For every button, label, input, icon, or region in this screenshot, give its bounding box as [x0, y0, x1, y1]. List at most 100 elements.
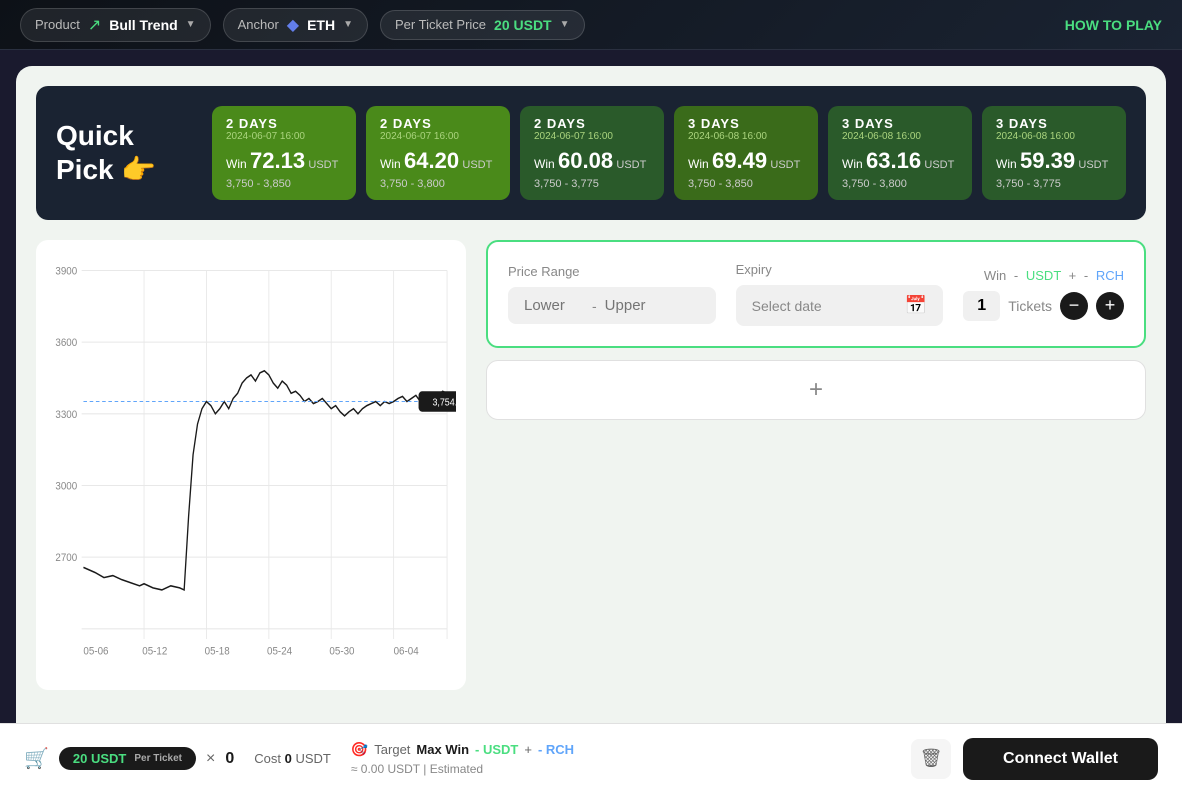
- pick-card-win: Win 59.39 USDT: [996, 148, 1112, 174]
- win-label: Win - USDT + - RCH: [963, 268, 1124, 283]
- trash-icon: 🗑: [920, 748, 943, 769]
- svg-text:3,754.26: 3,754.26: [432, 397, 456, 409]
- pick-card-range: 3,750 - 3,800: [842, 178, 958, 190]
- range-input-wrapper: -: [508, 287, 716, 324]
- price-range-row: Price Range - Expiry Select date 📅: [508, 262, 1124, 326]
- upper-input[interactable]: [605, 297, 665, 314]
- ticket-price-badge: 20 USDT Per Ticket: [59, 747, 196, 770]
- expiry-wrapper[interactable]: Select date 📅: [736, 285, 944, 326]
- decrease-tickets-button[interactable]: −: [1060, 292, 1088, 320]
- footer-price: 20 USDT: [73, 751, 126, 766]
- pick-card-win: Win 69.49 USDT: [688, 148, 804, 174]
- pick-card-date: 2024-06-07 16:00: [534, 131, 650, 142]
- ticket-price-label: Per Ticket Price: [395, 17, 486, 32]
- svg-text:2700: 2700: [55, 552, 77, 565]
- pick-card-date: 2024-06-08 16:00: [996, 131, 1112, 142]
- price-range-col: Price Range -: [508, 264, 716, 324]
- win-rch-label: RCH: [1096, 268, 1124, 283]
- svg-text:3300: 3300: [55, 408, 77, 421]
- svg-text:05-06: 05-06: [83, 645, 108, 658]
- pick-card-days: 3 DAYS: [688, 116, 804, 131]
- anchor-label: Anchor: [238, 17, 279, 32]
- pick-card-date: 2024-06-08 16:00: [842, 131, 958, 142]
- win-dash2: -: [1084, 268, 1088, 283]
- pick-card[interactable]: 2 DAYS 2024-06-07 16:00 Win 60.08 USDT 3…: [520, 106, 664, 200]
- max-win-label: Max Win: [416, 742, 469, 757]
- trash-button[interactable]: 🗑: [911, 739, 951, 779]
- price-range-label: Price Range: [508, 264, 716, 279]
- range-separator: -: [592, 298, 597, 314]
- pick-card-days: 3 DAYS: [842, 116, 958, 131]
- quick-pick-title: Quick Pick 👉: [56, 119, 196, 186]
- product-label: Product: [35, 17, 80, 32]
- ticket-price-selector[interactable]: Per Ticket Price 20 USDT ▼: [380, 10, 585, 40]
- multiply-symbol: ×: [206, 750, 215, 768]
- pick-card-range: 3,750 - 3,775: [534, 178, 650, 190]
- pick-card-date: 2024-06-08 16:00: [688, 131, 804, 142]
- pick-card-date: 2024-06-07 16:00: [226, 131, 342, 142]
- expiry-col: Expiry Select date 📅: [736, 262, 944, 326]
- pick-card-date: 2024-06-07 16:00: [380, 131, 496, 142]
- pick-card[interactable]: 2 DAYS 2024-06-07 16:00 Win 72.13 USDT 3…: [212, 106, 356, 200]
- expiry-placeholder: Select date: [752, 298, 822, 314]
- target-top: 🎯 Target Max Win - USDT + - RCH: [351, 741, 574, 758]
- ticket-price-chevron-icon: ▼: [560, 19, 570, 30]
- eth-icon: ◆: [287, 15, 299, 35]
- pick-card-days: 3 DAYS: [996, 116, 1112, 131]
- pick-card-range: 3,750 - 3,775: [996, 178, 1112, 190]
- pick-card-range: 3,750 - 3,850: [226, 178, 342, 190]
- quick-pick-emoji: 👉: [121, 154, 156, 185]
- ticket-count: 1: [963, 291, 1000, 321]
- expiry-label: Expiry: [736, 262, 944, 277]
- increase-tickets-button[interactable]: +: [1096, 292, 1124, 320]
- footer-quantity: 0: [225, 750, 234, 768]
- connect-wallet-button[interactable]: Connect Wallet: [963, 738, 1158, 780]
- add-more-box[interactable]: +: [486, 360, 1146, 420]
- pick-card-range: 3,750 - 3,800: [380, 178, 496, 190]
- bottom-section: 3900 3600 3300 3000 2700 05-06 05-12 05-…: [36, 240, 1146, 690]
- svg-text:05-12: 05-12: [142, 645, 167, 658]
- pick-cards: 2 DAYS 2024-06-07 16:00 Win 72.13 USDT 3…: [212, 106, 1126, 200]
- price-range-box: Price Range - Expiry Select date 📅: [486, 240, 1146, 348]
- svg-text:05-24: 05-24: [267, 645, 292, 658]
- pick-card[interactable]: 3 DAYS 2024-06-08 16:00 Win 69.49 USDT 3…: [674, 106, 818, 200]
- pick-card[interactable]: 2 DAYS 2024-06-07 16:00 Win 64.20 USDT 3…: [366, 106, 510, 200]
- pick-card-range: 3,750 - 3,850: [688, 178, 804, 190]
- pick-card-days: 2 DAYS: [380, 116, 496, 131]
- svg-text:3900: 3900: [55, 265, 77, 278]
- cost-value: 0: [285, 751, 292, 766]
- win-usdt-label: USDT: [1026, 268, 1061, 283]
- how-to-play-link[interactable]: HOW TO PLAY: [1065, 17, 1162, 33]
- chart-container: 3900 3600 3300 3000 2700 05-06 05-12 05-…: [36, 240, 466, 690]
- pick-card-win: Win 63.16 USDT: [842, 148, 958, 174]
- pick-card-win: Win 72.13 USDT: [226, 148, 342, 174]
- footer-per-ticket: Per Ticket: [134, 753, 182, 764]
- product-chevron-icon: ▼: [186, 19, 196, 30]
- cart-section: 🛒 20 USDT Per Ticket × 0: [24, 746, 234, 771]
- footer-win-rch: - RCH: [538, 742, 574, 757]
- pick-card[interactable]: 3 DAYS 2024-06-08 16:00 Win 59.39 USDT 3…: [982, 106, 1126, 200]
- tickets-row: 1 Tickets − +: [963, 291, 1124, 321]
- trend-icon: ↗: [88, 15, 101, 35]
- pick-card-win: Win 60.08 USDT: [534, 148, 650, 174]
- anchor-value: ETH: [307, 17, 335, 33]
- svg-text:3000: 3000: [55, 480, 77, 493]
- anchor-chevron-icon: ▼: [343, 19, 353, 30]
- pick-card-win: Win 64.20 USDT: [380, 148, 496, 174]
- pick-card[interactable]: 3 DAYS 2024-06-08 16:00 Win 63.16 USDT 3…: [828, 106, 972, 200]
- right-panel: Price Range - Expiry Select date 📅: [486, 240, 1146, 420]
- lower-input[interactable]: [524, 297, 584, 314]
- footer-win-usdt: - USDT: [475, 742, 518, 757]
- target-icon: 🎯: [351, 741, 368, 758]
- estimated-value: ≈ 0.00 USDT | Estimated: [351, 762, 574, 776]
- top-nav: Product ↗ Bull Trend ▼ Anchor ◆ ETH ▼ Pe…: [0, 0, 1182, 50]
- svg-text:05-30: 05-30: [329, 645, 354, 658]
- cost-text: Cost 0 USDT: [254, 751, 331, 766]
- product-selector[interactable]: Product ↗ Bull Trend ▼: [20, 8, 211, 42]
- pick-card-days: 2 DAYS: [226, 116, 342, 131]
- anchor-selector[interactable]: Anchor ◆ ETH ▼: [223, 8, 368, 42]
- target-section: 🎯 Target Max Win - USDT + - RCH ≈ 0.00 U…: [351, 741, 574, 776]
- svg-text:05-18: 05-18: [205, 645, 230, 658]
- price-chart: 3900 3600 3300 3000 2700 05-06 05-12 05-…: [46, 250, 456, 680]
- product-value: Bull Trend: [109, 17, 177, 33]
